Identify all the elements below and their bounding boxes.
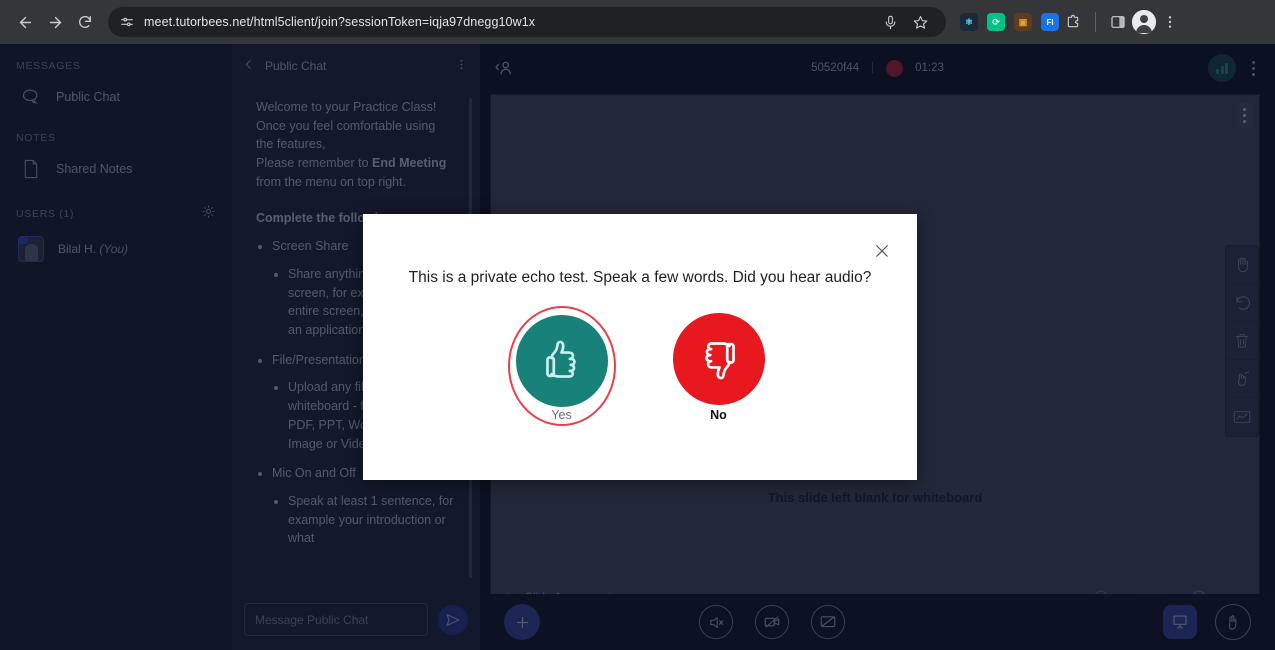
- voice-search-button[interactable]: [876, 8, 904, 36]
- microphone-icon: [883, 15, 898, 30]
- site-settings-icon[interactable]: [120, 15, 134, 29]
- profile-avatar-icon: [1132, 10, 1156, 34]
- side-panel-button[interactable]: [1104, 8, 1132, 36]
- extensions-puzzle-icon: [1065, 14, 1081, 30]
- extensions-button[interactable]: [1059, 8, 1087, 36]
- profile-button[interactable]: [1132, 10, 1156, 34]
- no-label: No: [710, 408, 727, 422]
- forward-button[interactable]: [40, 7, 70, 37]
- bookmark-button[interactable]: [906, 8, 934, 36]
- chrome-menu-button[interactable]: [1156, 8, 1184, 36]
- arrow-right-icon: [47, 14, 64, 31]
- react-devtools-extension-icon[interactable]: ⚛: [960, 13, 978, 31]
- modal-actions: Yes No: [363, 306, 917, 422]
- modal-title: This is a private echo test. Speak a few…: [363, 269, 917, 287]
- close-x-icon: [873, 242, 891, 260]
- side-panel-icon: [1110, 14, 1126, 30]
- figma-extension-icon[interactable]: FI: [1041, 13, 1059, 31]
- chrome-menu-icon: [1162, 14, 1178, 30]
- colorful-extension-icon[interactable]: ▣: [1014, 13, 1032, 31]
- thumbs-up-icon: [536, 335, 588, 387]
- url-text: meet.tutorbees.net/html5client/join?sess…: [144, 15, 535, 29]
- yes-button[interactable]: [516, 315, 608, 407]
- star-icon: [913, 15, 928, 30]
- close-modal-button[interactable]: [871, 240, 893, 262]
- echo-test-modal: This is a private echo test. Speak a few…: [363, 214, 917, 480]
- arrow-left-icon: [17, 14, 34, 31]
- no-button[interactable]: [673, 313, 765, 405]
- address-bar[interactable]: meet.tutorbees.net/html5client/join?sess…: [108, 7, 946, 37]
- echo-no-choice[interactable]: No: [665, 306, 773, 422]
- green-sync-extension-icon[interactable]: ⟳: [987, 13, 1005, 31]
- yes-label: Yes: [551, 408, 571, 422]
- browser-toolbar: meet.tutorbees.net/html5client/join?sess…: [0, 0, 1275, 44]
- reload-button[interactable]: [70, 7, 100, 37]
- reload-icon: [77, 14, 93, 30]
- thumbs-down-icon: [693, 333, 745, 385]
- toolbar-divider: [1095, 12, 1096, 32]
- back-button[interactable]: [10, 7, 40, 37]
- extension-icons: ⚛ ⟳ ▣ FI: [960, 13, 1059, 31]
- echo-yes-choice[interactable]: Yes: [508, 306, 616, 422]
